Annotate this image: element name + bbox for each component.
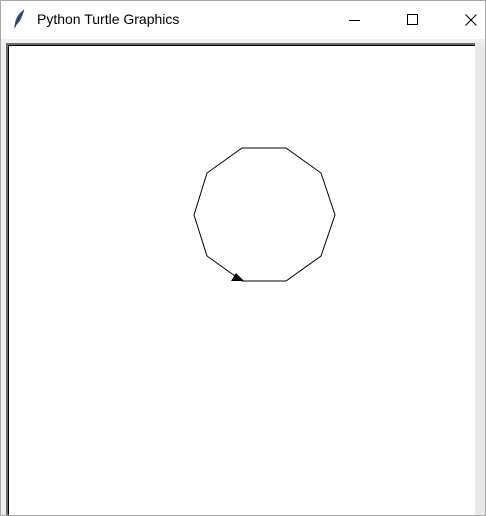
feather-icon[interactable] [11,9,27,31]
minimize-icon [349,20,360,21]
maximize-icon [407,14,418,25]
window-client-area [1,39,485,515]
turtle-window: Python Turtle Graphics [0,0,486,516]
title-bar[interactable]: Python Turtle Graphics [1,1,485,39]
turtle-canvas[interactable] [6,43,475,515]
right-edge [475,43,485,515]
close-icon [465,14,477,26]
window-title: Python Turtle Graphics [37,11,180,27]
close-button[interactable] [448,1,486,39]
decagon-shape [193,147,336,282]
maximize-button[interactable] [390,1,436,39]
minimize-button[interactable] [332,1,378,39]
drawing-surface [193,147,336,282]
